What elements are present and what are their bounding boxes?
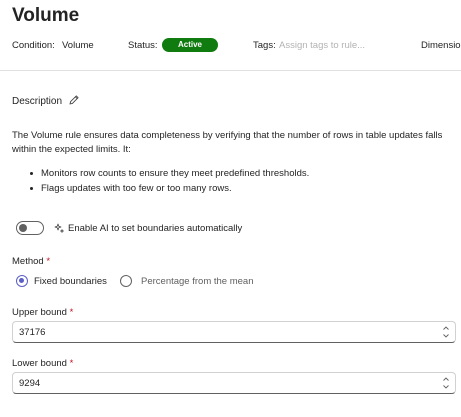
required-mark: * bbox=[69, 358, 74, 369]
upper-bound-label-text: Upper bound bbox=[12, 307, 67, 318]
condition-value: Volume bbox=[62, 40, 94, 51]
method-label: Method * bbox=[12, 256, 50, 267]
lower-bound-label: Lower bound * bbox=[12, 358, 73, 369]
sparkle-icon bbox=[54, 221, 65, 233]
page-title: Volume bbox=[12, 5, 80, 26]
ai-toggle-label: Enable AI to set boundaries automaticall… bbox=[68, 223, 243, 234]
description-bullets: Monitors row counts to ensure they meet … bbox=[30, 166, 309, 196]
ai-boundaries-toggle[interactable] bbox=[16, 221, 44, 235]
condition-label: Condition: bbox=[12, 40, 55, 51]
upper-bound-label: Upper bound * bbox=[12, 307, 73, 318]
required-mark: * bbox=[46, 256, 51, 267]
dimension-label: Dimensio bbox=[421, 40, 461, 51]
status-label: Status: bbox=[128, 40, 158, 51]
edit-pencil-icon[interactable] bbox=[68, 93, 80, 105]
radio-label-fixed-boundaries[interactable]: Fixed boundaries bbox=[34, 276, 107, 287]
radio-fixed-boundaries[interactable] bbox=[16, 275, 28, 287]
tags-input[interactable]: Assign tags to rule... bbox=[279, 40, 365, 51]
list-item: Flags updates with too few or too many r… bbox=[30, 181, 309, 196]
upper-bound-input[interactable]: 37176 bbox=[12, 321, 456, 343]
radio-label-percentage-from-mean[interactable]: Percentage from the mean bbox=[141, 276, 253, 287]
rule-meta-row: Condition: Volume Status: Active Tags: A… bbox=[12, 38, 461, 54]
lower-bound-input[interactable]: 9294 bbox=[12, 372, 456, 394]
status-badge: Active bbox=[162, 38, 218, 52]
lower-bound-label-text: Lower bound bbox=[12, 358, 67, 369]
description-heading: Description bbox=[12, 96, 63, 107]
toggle-knob bbox=[19, 224, 27, 232]
required-mark: * bbox=[69, 307, 74, 318]
lower-bound-stepper[interactable] bbox=[441, 374, 451, 392]
method-label-text: Method bbox=[12, 256, 44, 267]
lower-bound-value[interactable]: 9294 bbox=[19, 378, 40, 389]
list-item: Monitors row counts to ensure they meet … bbox=[30, 166, 309, 181]
upper-bound-stepper[interactable] bbox=[441, 323, 451, 341]
radio-percentage-from-mean[interactable] bbox=[120, 275, 132, 287]
upper-bound-value[interactable]: 37176 bbox=[19, 327, 45, 338]
tags-label: Tags: bbox=[253, 40, 276, 51]
header-divider bbox=[0, 70, 461, 71]
description-text: The Volume rule ensures data completenes… bbox=[12, 130, 443, 155]
